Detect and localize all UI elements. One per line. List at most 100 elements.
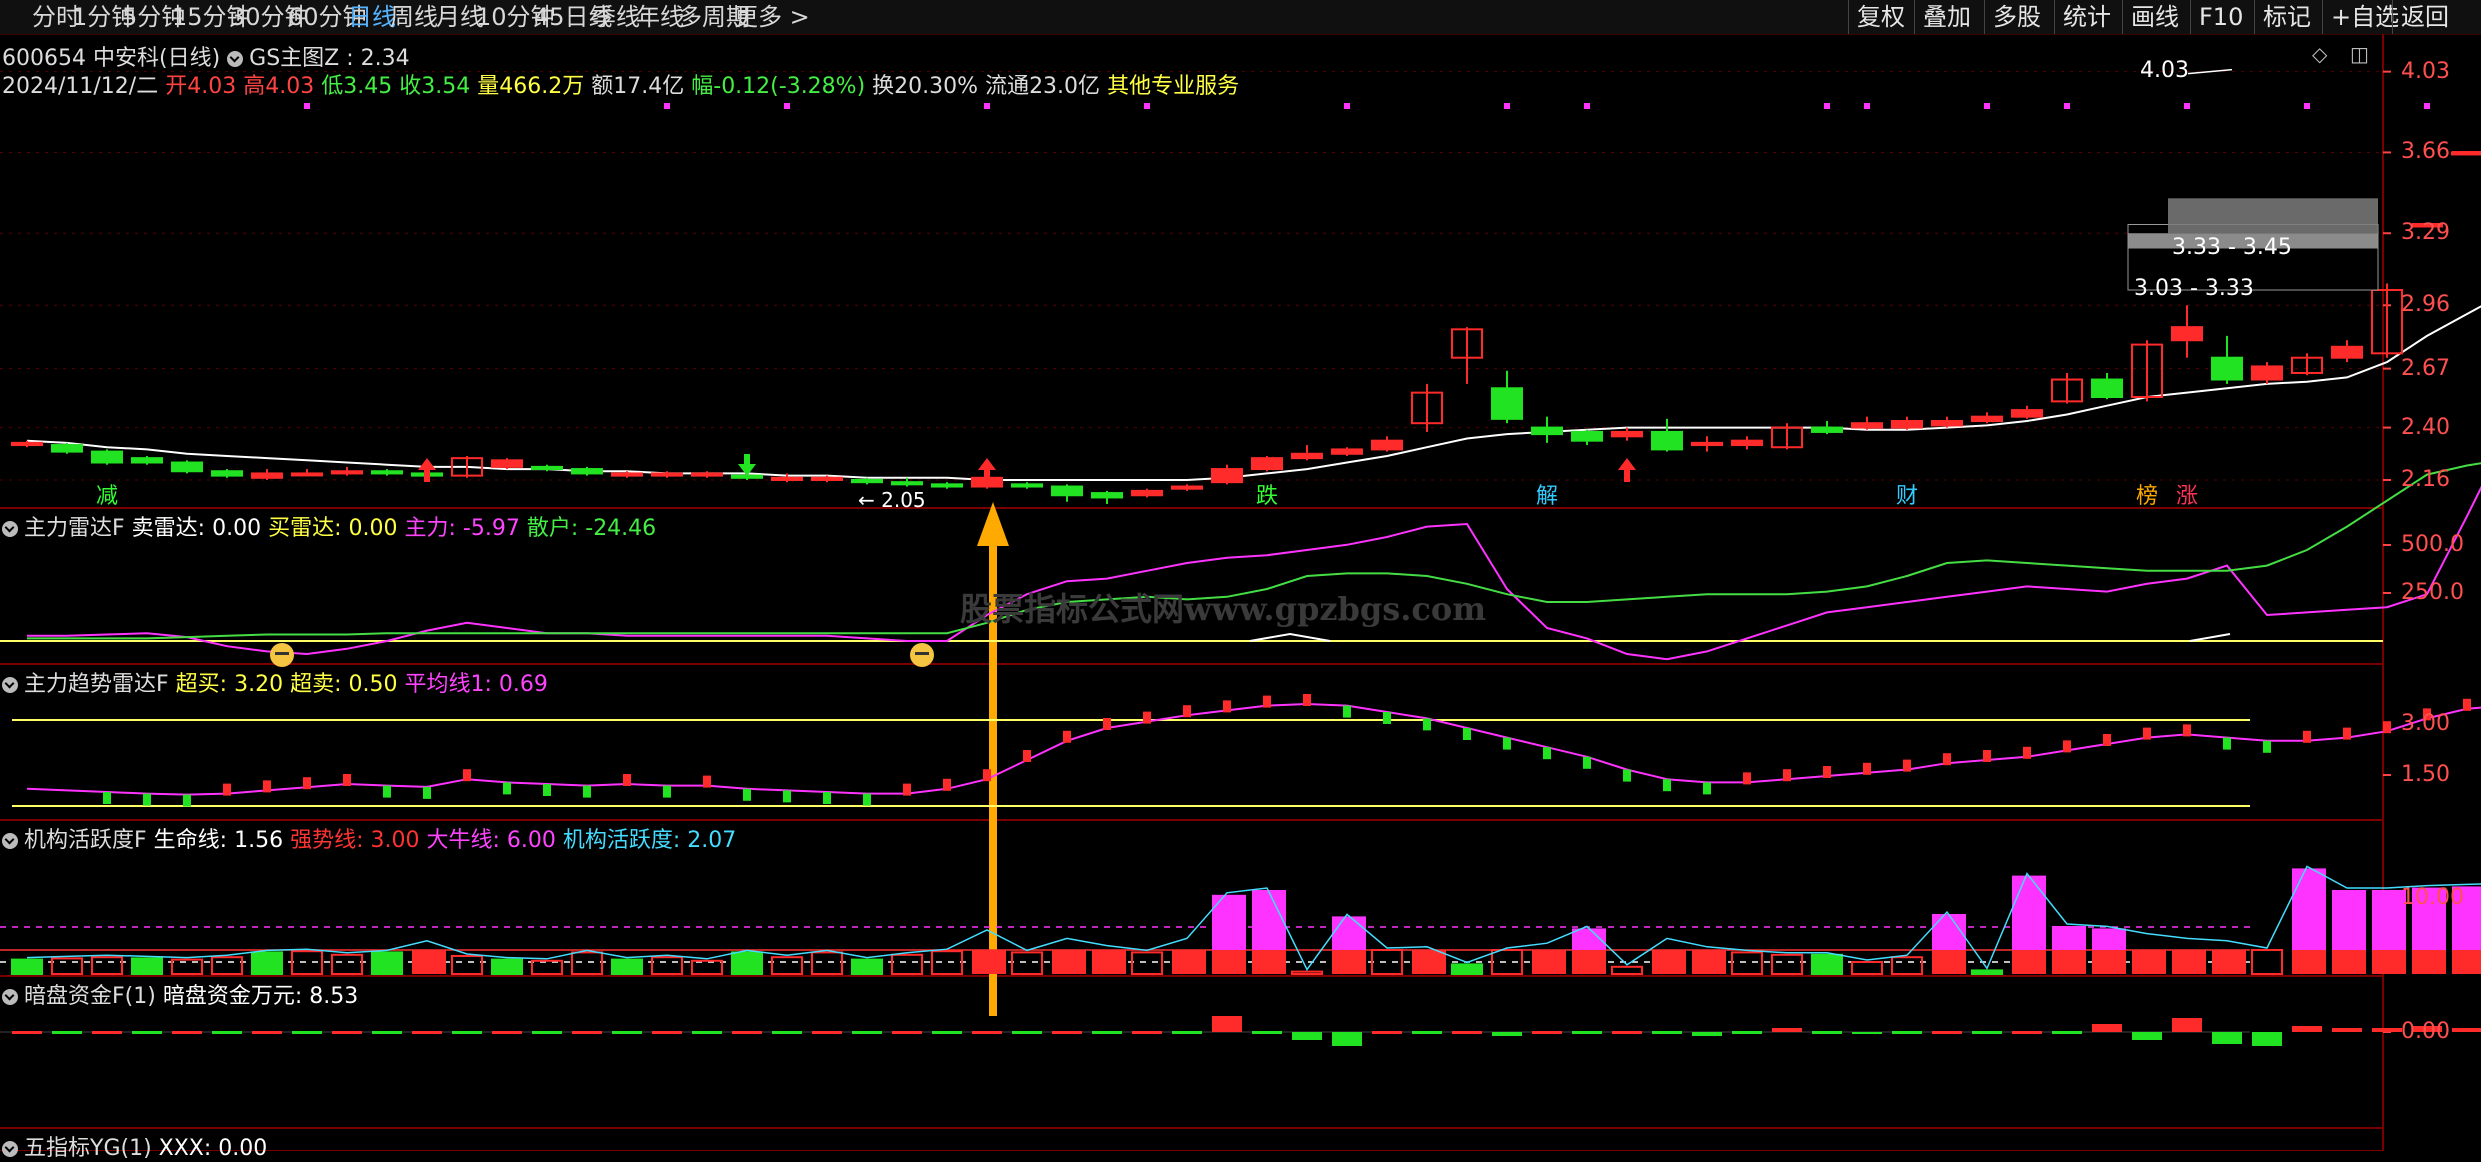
item-value: 6.00 [506,828,556,853]
activity-bar [1572,950,1606,974]
zone-label-upper: 3.33 - 3.45 [2172,235,2292,261]
item-label: 暗盘资金万元: [162,984,303,1009]
money-bar [812,1031,842,1034]
money-bar [1212,1016,1242,1032]
money-bar [1012,1031,1042,1034]
trend-bar [1663,779,1671,792]
item-value: 2.07 [687,828,737,853]
candle-body [811,476,843,481]
y-axis-label: 500.0 [2401,532,2464,557]
money-bar [1412,1031,1442,1034]
trend-bar [1703,782,1711,795]
trend-bar [423,786,431,799]
candle-body [1171,485,1203,490]
activity-bar [1932,950,1966,974]
activity-bar [51,957,83,976]
money-bar [92,1031,122,1034]
candle-body [1291,452,1323,460]
trend-bar [1903,759,1911,772]
activity-bar [571,951,603,976]
candle-body [531,465,563,471]
money-bar [492,1031,522,1034]
activity-bar [2292,950,2326,974]
money-bar [852,1031,882,1034]
panel-name: 主力雷达F [24,516,125,541]
activity-bar [371,951,403,976]
candle-body [291,472,323,477]
candle-body [1131,489,1163,497]
activity-bar [1451,963,1483,976]
y-axis-label: 4.03 [2401,58,2450,84]
money-bar [1652,1031,1682,1034]
panel-menu-icon[interactable] [2,833,18,849]
money-bar [1492,1032,1522,1036]
trend-bar [2103,734,2111,746]
trend-bar [1063,730,1071,743]
panel-toggle-icon[interactable]: ◫ [2350,42,2369,66]
candle-body [251,472,283,479]
activity-bar [2452,950,2481,974]
low-label: 低 [321,74,344,99]
candle-body [2331,345,2363,359]
y-axis-label: 2.40 [2401,414,2450,440]
trend-bar [1743,772,1751,785]
sp [125,516,132,541]
candle-body [51,444,83,453]
trend-bar [2343,727,2351,740]
candle-body [1491,387,1523,420]
chg: -0.12(-3.28%) [713,74,866,99]
money-bar [1852,1032,1882,1034]
candle-body [11,441,43,447]
money-bar [2292,1026,2322,1032]
activity-bar [1332,916,1366,950]
turnover: 换20.30% [872,74,979,99]
money-bar [1172,1031,1202,1034]
zone-label-lower: 3.03 - 3.33 [2134,276,2254,301]
money-bar [2252,1032,2282,1046]
money-bar [2212,1032,2242,1044]
diamond-icon[interactable]: ◇ [2312,42,2327,66]
candle-body [571,468,603,475]
candle-body [611,472,643,477]
buy-arrow-icon [1618,458,1636,482]
candle-body [171,461,203,473]
candle-body [891,481,923,486]
activity-bar [2092,950,2126,974]
panel-menu-icon[interactable] [2,677,18,693]
money-bar [132,1031,162,1034]
item-label: 机构活跃度: [562,828,681,853]
trend-bar [183,794,191,807]
stock-chart[interactable] [0,0,2481,1151]
y-axis-label: 10.00 [2401,885,2464,910]
candle-body [1971,415,2003,423]
trend-bar [223,783,231,796]
activity-bar [331,953,363,975]
item-value: 8.53 [309,984,359,1009]
item-label: 买雷达: [268,516,342,541]
item-label: 超买: [175,672,228,697]
activity-bar [2052,950,2086,974]
signal-dot [1504,103,1510,109]
panel-name: 机构活跃度F [24,828,147,853]
panel-menu-icon[interactable] [2,521,18,537]
trend-bar [583,785,591,798]
activity-bar [2372,950,2406,974]
candle-body [1891,420,1923,429]
signal-dot [784,103,790,109]
signal-dot [984,103,990,109]
float: 流通23.0亿 [985,74,1101,99]
avg-line [26,702,2481,796]
vol: 466.2万 [499,74,585,99]
activity-bar [1252,890,1286,950]
indicator-menu-icon[interactable] [227,51,244,67]
money-bar [2012,1031,2042,1034]
sp [147,828,154,853]
trend-bar [703,775,711,788]
money-bar [1332,1032,1362,1046]
money-bar [1892,1031,1922,1034]
panel-menu-icon[interactable] [2,989,18,1005]
item-label: 卖雷达: [131,516,206,541]
sp [169,672,176,697]
sp [283,828,290,853]
panel-menu-icon[interactable] [2,1141,18,1157]
